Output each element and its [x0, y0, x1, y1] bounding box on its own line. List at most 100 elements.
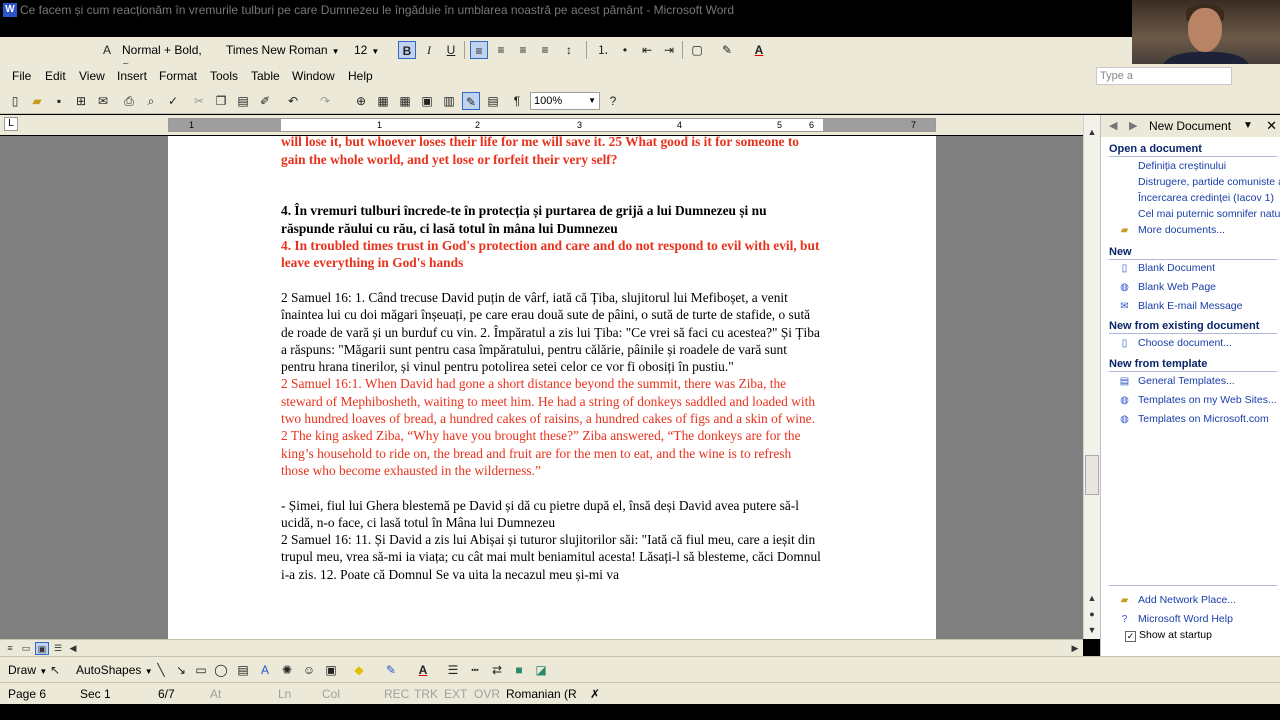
- general-templates-link[interactable]: General Templates...: [1138, 375, 1235, 387]
- numbering-icon[interactable]: ⒈: [594, 41, 612, 59]
- empty-paragraph[interactable]: [281, 272, 821, 289]
- insert-picture-icon[interactable]: ▣: [322, 661, 340, 679]
- blank-email-link[interactable]: Blank E-mail Message: [1138, 300, 1242, 312]
- show-at-startup-checkbox[interactable]: ✓: [1125, 631, 1136, 642]
- underline-button[interactable]: U: [442, 41, 460, 59]
- select-objects-icon[interactable]: ↖: [46, 661, 64, 679]
- bullets-icon[interactable]: •: [616, 41, 634, 59]
- draw-menu-button[interactable]: Draw ▼: [8, 663, 47, 677]
- normal-view-icon[interactable]: ≡: [3, 642, 17, 655]
- vertical-scrollbar[interactable]: ▲ ▲ ● ▼: [1083, 115, 1100, 639]
- menu-edit[interactable]: Edit: [45, 69, 66, 83]
- diagram-icon[interactable]: ✺: [278, 661, 296, 679]
- previous-page-icon[interactable]: ▲: [1085, 591, 1099, 605]
- arrow-style-icon[interactable]: ⇄: [488, 661, 506, 679]
- font-size-dropdown[interactable]: 12 ▼: [354, 41, 392, 59]
- hyperlink-icon[interactable]: ⊕: [352, 92, 370, 110]
- tab-selector[interactable]: L: [4, 117, 18, 131]
- document-content[interactable]: themselves and take up their cross daily…: [281, 136, 821, 583]
- back-icon[interactable]: ◀: [1109, 119, 1117, 132]
- font-color-icon[interactable]: A: [414, 661, 432, 679]
- chevron-down-icon[interactable]: ▼: [1243, 120, 1253, 131]
- menu-table[interactable]: Table: [251, 69, 280, 83]
- document-paragraph[interactable]: 2 Samuel 16: 11. Și David a zis lui Abiș…: [281, 531, 821, 583]
- menu-help[interactable]: Help: [348, 69, 373, 83]
- web-templates-link[interactable]: Templates on my Web Sites...: [1138, 394, 1277, 406]
- scroll-left-icon[interactable]: ◀: [66, 642, 80, 655]
- italic-button[interactable]: I: [420, 41, 438, 59]
- line-icon[interactable]: ╲: [152, 661, 170, 679]
- arrow-icon[interactable]: ↘: [172, 661, 190, 679]
- horizontal-ruler[interactable]: 1 1 2 3 4 5 6 7: [168, 118, 936, 132]
- document-paragraph[interactable]: 2 Samuel 16: 1. Când trecuse David puțin…: [281, 289, 821, 375]
- bold-button[interactable]: B: [398, 41, 416, 59]
- copy-icon[interactable]: ❐: [212, 92, 230, 110]
- line-color-icon[interactable]: ✎: [382, 661, 400, 679]
- blank-web-page-link[interactable]: Blank Web Page: [1138, 281, 1216, 293]
- document-page[interactable]: themselves and take up their cross daily…: [168, 136, 936, 639]
- scroll-right-icon[interactable]: ▶: [1068, 642, 1082, 655]
- font-color-icon[interactable]: A: [750, 41, 768, 59]
- oval-icon[interactable]: ◯: [212, 661, 230, 679]
- paste-icon[interactable]: ▤: [234, 92, 252, 110]
- help-icon[interactable]: ?: [604, 92, 622, 110]
- rectangle-icon[interactable]: ▭: [192, 661, 210, 679]
- document-paragraph[interactable]: themselves and take up their cross daily…: [281, 136, 821, 168]
- recent-doc-link[interactable]: Cel mai puternic somnifer natur: [1138, 208, 1280, 220]
- 3d-style-icon[interactable]: ◪: [532, 661, 550, 679]
- menu-window[interactable]: Window: [292, 69, 335, 83]
- status-ext[interactable]: EXT: [444, 687, 467, 701]
- type-question-box[interactable]: Type a: [1096, 67, 1232, 85]
- menu-insert[interactable]: Insert: [117, 69, 147, 83]
- permission-icon[interactable]: ⊞: [72, 92, 90, 110]
- borders-icon[interactable]: ▢: [688, 41, 706, 59]
- menu-tools[interactable]: Tools: [210, 69, 238, 83]
- empty-paragraph[interactable]: [281, 168, 821, 185]
- spelling-status-icon[interactable]: ✗: [590, 687, 600, 701]
- document-paragraph[interactable]: 2 Samuel 16:1. When David had gone a sho…: [281, 375, 821, 479]
- add-network-place-link[interactable]: Add Network Place...: [1138, 594, 1236, 606]
- increase-indent-icon[interactable]: ⇥: [660, 41, 678, 59]
- print-preview-icon[interactable]: ⌕: [142, 92, 160, 110]
- recent-doc-link[interactable]: Definiția creștinului: [1138, 160, 1226, 172]
- scroll-thumb[interactable]: [1085, 455, 1099, 495]
- wordart-icon[interactable]: A: [256, 661, 274, 679]
- recent-doc-link[interactable]: Distrugere, partide comuniste a: [1138, 176, 1280, 188]
- menu-file[interactable]: File: [12, 69, 31, 83]
- align-right-icon[interactable]: ≡: [514, 41, 532, 59]
- document-map-icon[interactable]: ▤: [484, 92, 502, 110]
- align-center-icon[interactable]: ≡: [492, 41, 510, 59]
- print-layout-icon[interactable]: ▣: [35, 642, 49, 655]
- open-folder-icon[interactable]: ▰: [28, 92, 46, 110]
- save-icon[interactable]: ▪: [50, 92, 68, 110]
- drawing-icon[interactable]: ✎: [462, 92, 480, 110]
- spelling-icon[interactable]: ✓: [164, 92, 182, 110]
- outline-view-icon[interactable]: ☰: [51, 642, 65, 655]
- word-help-link[interactable]: Microsoft Word Help: [1138, 613, 1233, 625]
- format-painter-icon[interactable]: ✐: [256, 92, 274, 110]
- email-icon[interactable]: ✉: [94, 92, 112, 110]
- redo-icon[interactable]: ↷: [316, 92, 334, 110]
- horizontal-scrollbar[interactable]: ≡ ▭ ▣ ☰ ◀ ▶: [0, 639, 1083, 656]
- styles-formatting-icon[interactable]: A: [98, 41, 116, 59]
- font-dropdown[interactable]: Times New Roman ▼: [226, 41, 350, 59]
- style-dropdown[interactable]: Normal + Bold, R▼: [122, 41, 222, 75]
- show-hide-icon[interactable]: ¶: [508, 92, 526, 110]
- document-paragraph[interactable]: 4. In troubled times trust in God's prot…: [281, 237, 821, 272]
- document-paragraph[interactable]: 4. În vremuri tulburi încrede-te în prot…: [281, 202, 821, 237]
- status-trk[interactable]: TRK: [414, 687, 438, 701]
- zoom-dropdown[interactable]: 100% ▼: [530, 92, 600, 110]
- document-paragraph[interactable]: - Șimei, fiul lui Ghera blestemă pe Davi…: [281, 497, 821, 532]
- cut-icon[interactable]: ✂: [190, 92, 208, 110]
- fill-color-icon[interactable]: ◆: [350, 661, 368, 679]
- print-icon[interactable]: ⎙: [120, 92, 138, 110]
- new-document-icon[interactable]: ▯: [6, 92, 24, 110]
- status-ovr[interactable]: OVR: [474, 687, 500, 701]
- more-documents-link[interactable]: More documents...: [1138, 224, 1225, 236]
- align-left-icon[interactable]: ≡: [470, 41, 488, 59]
- close-icon[interactable]: ✕: [1266, 118, 1277, 134]
- empty-paragraph[interactable]: [281, 479, 821, 496]
- next-page-icon[interactable]: ▼: [1085, 623, 1099, 637]
- microsoft-templates-link[interactable]: Templates on Microsoft.com: [1138, 413, 1269, 425]
- recent-doc-link[interactable]: Încercarea credinței (Iacov 1): [1138, 192, 1274, 204]
